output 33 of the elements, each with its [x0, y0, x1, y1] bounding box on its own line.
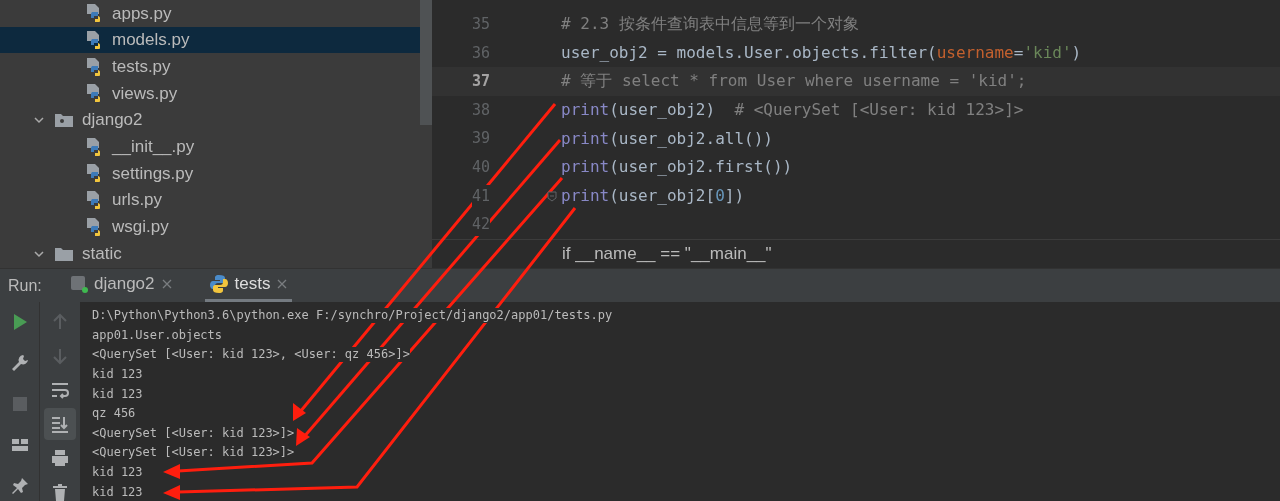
code-line: print(user_obj2.first())	[560, 156, 793, 179]
code-line: print(user_obj2) # <QuerySet [<User: kid 123>]>	[560, 99, 1024, 122]
tree-item[interactable]: tests.py	[0, 53, 420, 81]
tree-item[interactable]: wsgi.py	[0, 213, 420, 241]
python-icon	[208, 273, 229, 294]
run-tab[interactable]: django2	[66, 268, 177, 302]
folder-icon	[54, 112, 74, 129]
folder-icon	[54, 245, 74, 262]
code-line: print(user_obj2.all())	[560, 127, 773, 150]
code-line: print(user_obj2[0])	[560, 184, 745, 207]
scrollbar[interactable]	[420, 0, 432, 125]
fold-icon[interactable]	[546, 189, 558, 202]
tree-item[interactable]: models.py	[0, 26, 420, 54]
soft-wrap-icon[interactable]	[50, 380, 70, 400]
run-label: Run:	[7, 275, 43, 296]
print-icon[interactable]	[50, 448, 70, 468]
tree-item[interactable]: urls.py	[0, 186, 420, 214]
django-icon	[70, 274, 88, 293]
tree-item[interactable]: __init__.py	[0, 133, 420, 161]
tree-item[interactable]: settings.py	[0, 160, 420, 187]
sticky-line: if __name__ == "__main__"	[562, 243, 772, 266]
close-icon[interactable]	[276, 277, 289, 290]
line-number: 41	[471, 184, 490, 208]
code-line: # 等于 select * from User where username = 'kid';	[560, 70, 1027, 93]
tree-item[interactable]: apps.py	[0, 0, 420, 27]
trash-icon[interactable]	[50, 482, 70, 501]
code-line: # 2.3 按条件查询表中信息等到一个对象	[560, 13, 859, 36]
code-line: user_obj2 = models.User.objects.filter(username='kid')	[560, 41, 1082, 64]
scroll-to-end-icon[interactable]	[50, 414, 70, 434]
tree-item[interactable]: django2	[0, 106, 420, 134]
tree-item[interactable]: views.py	[0, 80, 420, 107]
tree-item[interactable]: static	[0, 240, 420, 267]
close-icon[interactable]	[160, 277, 173, 290]
